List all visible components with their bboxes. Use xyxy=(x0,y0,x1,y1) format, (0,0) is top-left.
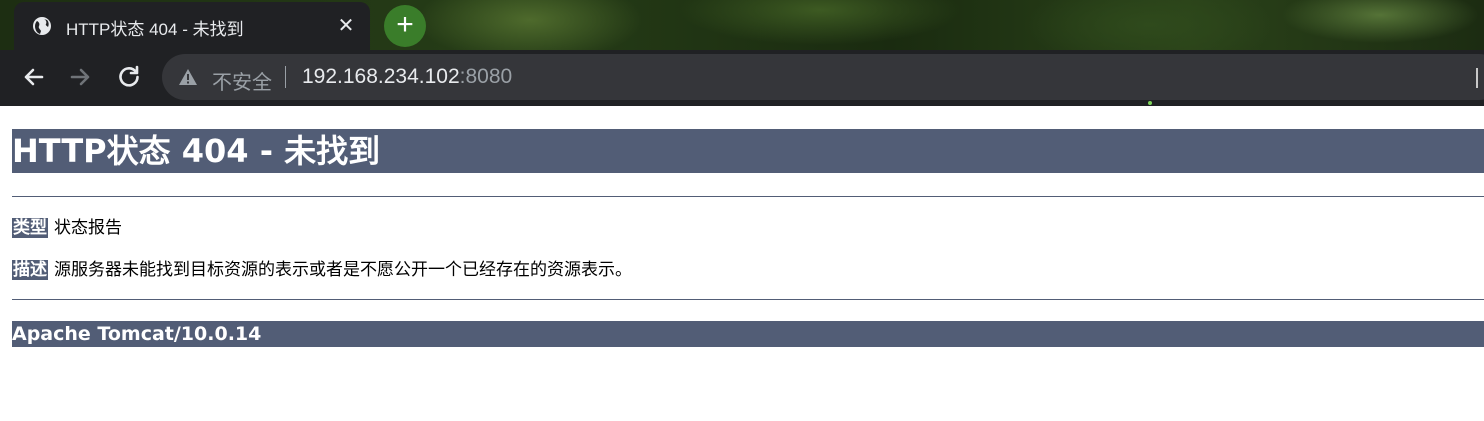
globe-icon xyxy=(33,17,51,35)
error-heading: HTTP状态 404 - 未找到 xyxy=(12,129,1484,173)
server-footer: Apache Tomcat/10.0.14 xyxy=(12,321,1484,347)
loading-indicator xyxy=(1148,101,1152,105)
type-row: 类型 状态报告 xyxy=(12,217,1484,239)
arrow-left-icon[interactable] xyxy=(18,62,48,92)
type-value: 状态报告 xyxy=(54,218,122,238)
address-bar[interactable]: 不安全 192.168.234.102:8080 xyxy=(162,54,1484,100)
page-content: HTTP状态 404 - 未找到 类型 状态报告 描述 源服务器未能找到目标资源的表… xyxy=(0,129,1484,347)
new-tab-button[interactable]: + xyxy=(384,5,426,47)
browser-toolbar: 不安全 192.168.234.102:8080 xyxy=(0,50,1484,106)
divider xyxy=(12,196,1484,197)
reload-icon[interactable] xyxy=(114,62,144,92)
security-status[interactable]: 不安全 xyxy=(212,66,272,95)
browser-tab[interactable]: HTTP状态 404 - 未找到 ✕ xyxy=(14,2,370,50)
browser-chrome: HTTP状态 404 - 未找到 ✕ + 不安全 192.168.234.102… xyxy=(0,0,1484,106)
description-row: 描述 源服务器未能找到目标资源的表示或者是不愿公开一个已经存在的资源表示。 xyxy=(12,259,1484,281)
type-label: 类型 xyxy=(12,218,48,238)
url-text[interactable]: 192.168.234.102:8080 xyxy=(302,65,512,89)
divider xyxy=(12,299,1484,300)
close-tab-icon[interactable]: ✕ xyxy=(334,13,358,37)
description-value: 源服务器未能找到目标资源的表示或者是不愿公开一个已经存在的资源表示。 xyxy=(54,260,632,280)
omnibox-separator xyxy=(285,66,286,88)
url-host: 192.168.234.102 xyxy=(302,65,460,88)
warning-icon[interactable] xyxy=(178,68,198,86)
description-label: 描述 xyxy=(12,260,48,280)
tab-title: HTTP状态 404 - 未找到 xyxy=(66,20,244,39)
toolbar-edge-icon xyxy=(1476,68,1484,88)
url-port: :8080 xyxy=(459,65,513,88)
arrow-right-icon[interactable] xyxy=(66,62,96,92)
